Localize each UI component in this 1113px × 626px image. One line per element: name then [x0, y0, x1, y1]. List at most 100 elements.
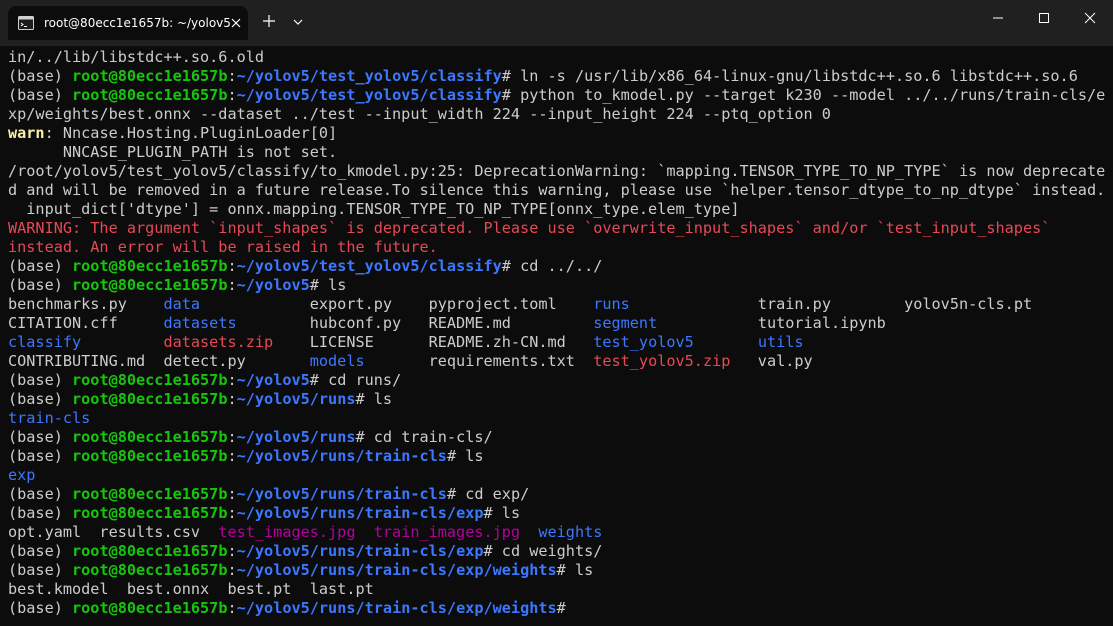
terminal-text: best.kmodel best.onnx best.pt last.pt	[8, 580, 374, 598]
terminal-text: # cd train-cls/	[355, 428, 493, 446]
terminal-window: root@80ecc1e1657b: ~/yolov5 in/../lib/li…	[0, 0, 1113, 626]
terminal-text: # cd exp/	[446, 485, 530, 503]
minimize-button[interactable]	[975, 0, 1021, 40]
tab-title: root@80ecc1e1657b: ~/yolov5	[44, 16, 231, 30]
terminal-text: # ls	[483, 504, 521, 522]
terminal-text: (base)	[8, 86, 73, 104]
terminal-line: classify datasets.zip LICENSE README.zh-…	[8, 333, 1113, 352]
terminal-text: datasets.zip	[163, 333, 274, 351]
terminal-text: (base)	[8, 542, 73, 560]
terminal-text: root@80ecc1e1657b	[72, 428, 228, 446]
terminal-text: :	[227, 561, 237, 579]
minimize-icon	[992, 11, 1004, 29]
terminal-text: # cd ../../	[501, 257, 603, 275]
terminal-text: CITATION.cff	[8, 314, 164, 332]
terminal-text: :	[227, 390, 237, 408]
terminal-text: :	[227, 504, 237, 522]
close-tab-icon[interactable]	[231, 11, 241, 35]
terminal-text: (base)	[8, 257, 73, 275]
terminal-text: root@80ecc1e1657b	[72, 447, 228, 465]
terminal-text: (base)	[8, 504, 73, 522]
title-bar[interactable]: root@80ecc1e1657b: ~/yolov5	[0, 0, 1113, 46]
terminal-text: instead. An error will be raised in the …	[8, 238, 438, 256]
terminal-text: :	[227, 447, 237, 465]
terminal-text: (base)	[8, 599, 73, 617]
terminal-text: d and will be removed in a future releas…	[8, 181, 1106, 199]
terminal-line: benchmarks.py data export.py pyproject.t…	[8, 295, 1113, 314]
terminal-text: models	[309, 352, 365, 370]
terminal-text: export.py pyproject.toml	[200, 295, 594, 313]
terminal-text: :	[227, 428, 237, 446]
terminal-text: (base)	[8, 447, 73, 465]
terminal-text: train-cls	[8, 409, 91, 427]
terminal-text: root@80ecc1e1657b	[72, 561, 228, 579]
profile-dropdown-button[interactable]	[286, 8, 310, 38]
terminal-text: tutorial.ipynb	[657, 314, 886, 332]
terminal-text: root@80ecc1e1657b	[72, 542, 228, 560]
terminal-text: : Nncase.Hosting.PluginLoader[0]	[44, 124, 338, 142]
terminal-text: hubconf.py README.md	[236, 314, 594, 332]
terminal-text: CONTRIBUTING.md detect.py	[8, 352, 310, 370]
terminal-text: input_dict['dtype'] = onnx.mapping.TENSO…	[8, 200, 740, 218]
terminal-text: weights	[538, 523, 603, 541]
terminal-text: (base)	[8, 67, 73, 85]
new-tab-button[interactable]	[254, 8, 284, 38]
terminal-text: :	[227, 542, 237, 560]
terminal-text: train_images.jpg	[373, 523, 521, 541]
terminal-text: test_yolov5	[593, 333, 694, 351]
terminal-line: (base) root@80ecc1e1657b:~/yolov5# ls	[8, 276, 1113, 295]
terminal-text: ~/yolov5	[236, 276, 310, 294]
terminal-text: in/../lib/libstdc++.so.6.old	[8, 48, 265, 66]
terminal-line: instead. An error will be raised in the …	[8, 238, 1113, 257]
terminal-text: # ln -s /usr/lib/x86_64-linux-gnu/libstd…	[501, 67, 1078, 85]
terminal-line: (base) root@80ecc1e1657b:~/yolov5# cd ru…	[8, 371, 1113, 390]
terminal-text: opt.yaml results.csv	[8, 523, 219, 541]
terminal-text: classify	[8, 333, 82, 351]
terminal-text: ~/yolov5/runs	[236, 390, 356, 408]
terminal-line: (base) root@80ecc1e1657b:~/yolov5/runs# …	[8, 428, 1113, 447]
terminal-icon	[18, 15, 34, 31]
terminal-text: /root/yolov5/test_yolov5/classify/to_kmo…	[8, 162, 1106, 180]
terminal-text: # cd weights/	[483, 542, 603, 560]
terminal-text: :	[227, 599, 237, 617]
terminal-text: utils	[757, 333, 804, 351]
terminal-tab[interactable]: root@80ecc1e1657b: ~/yolov5	[8, 6, 248, 40]
close-window-button[interactable]	[1067, 0, 1113, 40]
terminal-line: warn: Nncase.Hosting.PluginLoader[0]	[8, 124, 1113, 143]
terminal-text: runs	[593, 295, 630, 313]
terminal-text: ~/yolov5/runs/train-cls/exp/weights	[236, 599, 557, 617]
terminal-text: :	[227, 257, 237, 275]
terminal-text: ~/yolov5/runs/train-cls/exp/weights	[236, 561, 557, 579]
terminal-text: ~/yolov5/test_yolov5/classify	[236, 86, 502, 104]
terminal-text: val.py	[730, 352, 813, 370]
chevron-down-icon	[293, 14, 303, 32]
maximize-button[interactable]	[1021, 0, 1067, 40]
terminal-text: ~/yolov5/runs	[236, 428, 356, 446]
terminal-text: root@80ecc1e1657b	[72, 86, 228, 104]
plus-icon	[262, 14, 276, 33]
terminal-line: CONTRIBUTING.md detect.py models require…	[8, 352, 1113, 371]
terminal-text: WARNING: The argument `input_shapes` is …	[8, 219, 1051, 237]
terminal-text: root@80ecc1e1657b	[72, 276, 228, 294]
terminal-text: exp	[8, 466, 36, 484]
terminal-line: (base) root@80ecc1e1657b:~/yolov5/runs/t…	[8, 504, 1113, 523]
terminal-line: (base) root@80ecc1e1657b:~/yolov5/test_y…	[8, 67, 1113, 86]
terminal-text: (base)	[8, 371, 73, 389]
terminal-text: ~/yolov5	[236, 371, 310, 389]
terminal-line: WARNING: The argument `input_shapes` is …	[8, 219, 1113, 238]
terminal-line: (base) root@80ecc1e1657b:~/yolov5/runs/t…	[8, 485, 1113, 504]
terminal-line: xp/weights/best.onnx --dataset ../test -…	[8, 105, 1113, 124]
terminal-text: # ls	[556, 561, 594, 579]
terminal-output[interactable]: in/../lib/libstdc++.so.6.old (base) root@…	[0, 46, 1113, 626]
close-icon	[1084, 11, 1096, 29]
terminal-text: data	[163, 295, 201, 313]
terminal-text: # ls	[446, 447, 484, 465]
terminal-text: warn	[8, 124, 45, 142]
terminal-line: /root/yolov5/test_yolov5/classify/to_kmo…	[8, 162, 1113, 181]
terminal-text: segment	[593, 314, 658, 332]
terminal-text: NNCASE_PLUGIN_PATH is not set.	[8, 143, 338, 161]
terminal-line: (base) root@80ecc1e1657b:~/yolov5/runs/t…	[8, 599, 1113, 618]
